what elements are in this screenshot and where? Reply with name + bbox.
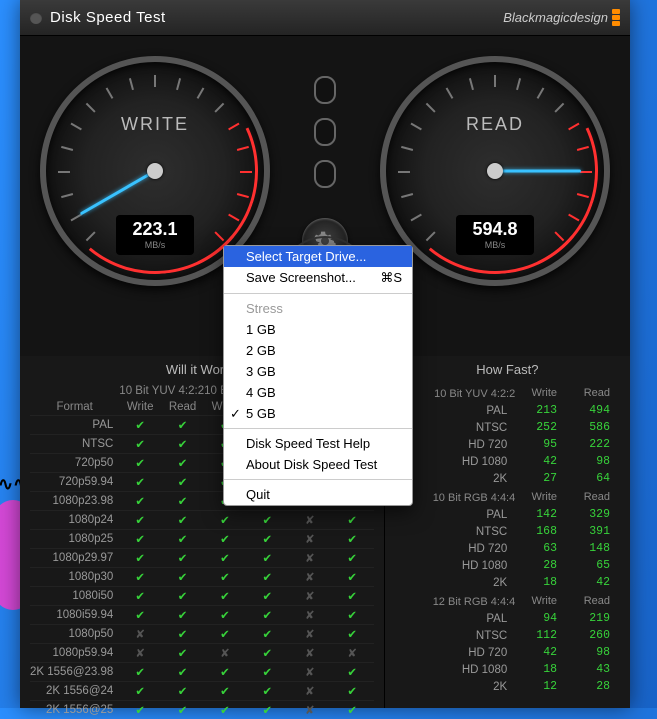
titlebar[interactable]: Disk Speed Test Blackmagicdesign <box>20 0 630 36</box>
wiw-row: 1080p30✔✔✔✔✘✔ <box>30 568 374 587</box>
menu-g1[interactable]: 1 GB <box>224 319 412 340</box>
hf-row: HD 72063148 <box>395 540 620 557</box>
menu-g2[interactable]: 2 GB <box>224 340 412 361</box>
hf-row: NTSC252586 <box>395 419 620 436</box>
context-menu: Select Target Drive...Save Screenshot...… <box>223 245 413 506</box>
indicator-2 <box>314 118 336 146</box>
hf-row: PAL213494 <box>395 402 620 419</box>
hf-row: NTSC112260 <box>395 627 620 644</box>
close-icon[interactable] <box>30 12 42 24</box>
menu-about[interactable]: About Disk Speed Test <box>224 454 412 475</box>
indicator-1 <box>314 76 336 104</box>
brand-icon <box>612 9 620 27</box>
write-readout: 223.1 MB/s <box>116 215 194 255</box>
wiw-row: 1080i50✔✔✔✔✘✔ <box>30 587 374 606</box>
read-needle <box>495 170 581 173</box>
hf-row: HD 7204298 <box>395 644 620 661</box>
read-gauge: READ 594.8 MB/s <box>380 56 610 286</box>
wiw-row: 2K 1556@23.98✔✔✔✔✘✔ <box>30 663 374 682</box>
hf-row: 2K1842 <box>395 574 620 591</box>
menu-g4[interactable]: 4 GB <box>224 382 412 403</box>
app-window: Disk Speed Test Blackmagicdesign WRITE 2… <box>20 0 630 708</box>
indicator-3 <box>314 160 336 188</box>
wiw-row: 1080p24✔✔✔✔✘✔ <box>30 511 374 530</box>
brand-label: Blackmagicdesign <box>503 9 620 27</box>
menu-stress_header: Stress <box>224 298 412 319</box>
read-label: READ <box>386 114 604 135</box>
hf-row: HD 10804298 <box>395 453 620 470</box>
menu-g3[interactable]: 3 GB <box>224 361 412 382</box>
hf-row: HD 10801843 <box>395 661 620 678</box>
menu-help[interactable]: Disk Speed Test Help <box>224 433 412 454</box>
read-readout: 594.8 MB/s <box>456 215 534 255</box>
wiw-row: 1080p25✔✔✔✔✘✔ <box>30 530 374 549</box>
window-title: Disk Speed Test <box>50 9 166 26</box>
wiw-row: 1080p29.97✔✔✔✔✘✔ <box>30 549 374 568</box>
wiw-row: 1080i59.94✔✔✔✔✘✔ <box>30 606 374 625</box>
hf-row: 2K1228 <box>395 678 620 695</box>
menu-quit[interactable]: Quit <box>224 484 412 505</box>
menu-g5[interactable]: 5 GB <box>224 403 412 424</box>
wiw-row: 2K 1556@24✔✔✔✔✘✔ <box>30 682 374 701</box>
write-label: WRITE <box>46 114 264 135</box>
wiw-row: 1080p59.94✘✔✘✔✘✘ <box>30 644 374 663</box>
how-fast-title: How Fast? <box>395 362 620 377</box>
wiw-row: 2K 1556@25✔✔✔✔✘✔ <box>30 701 374 719</box>
menu-save_shot[interactable]: Save Screenshot...⌘S <box>224 267 412 289</box>
hf-row: 2K2764 <box>395 470 620 487</box>
wiw-row: 1080p50✘✔✔✔✘✔ <box>30 625 374 644</box>
how-fast-table: 10 Bit YUV 4:2:2WriteReadPAL213494NTSC25… <box>395 383 620 695</box>
hf-row: NTSC168391 <box>395 523 620 540</box>
hf-row: HD 10802865 <box>395 557 620 574</box>
hf-row: PAL142329 <box>395 506 620 523</box>
how-fast-panel: How Fast? 10 Bit YUV 4:2:2WriteReadPAL21… <box>385 356 630 708</box>
menu-select_target[interactable]: Select Target Drive... <box>224 246 412 267</box>
hf-row: HD 72095222 <box>395 436 620 453</box>
hf-row: PAL94219 <box>395 610 620 627</box>
